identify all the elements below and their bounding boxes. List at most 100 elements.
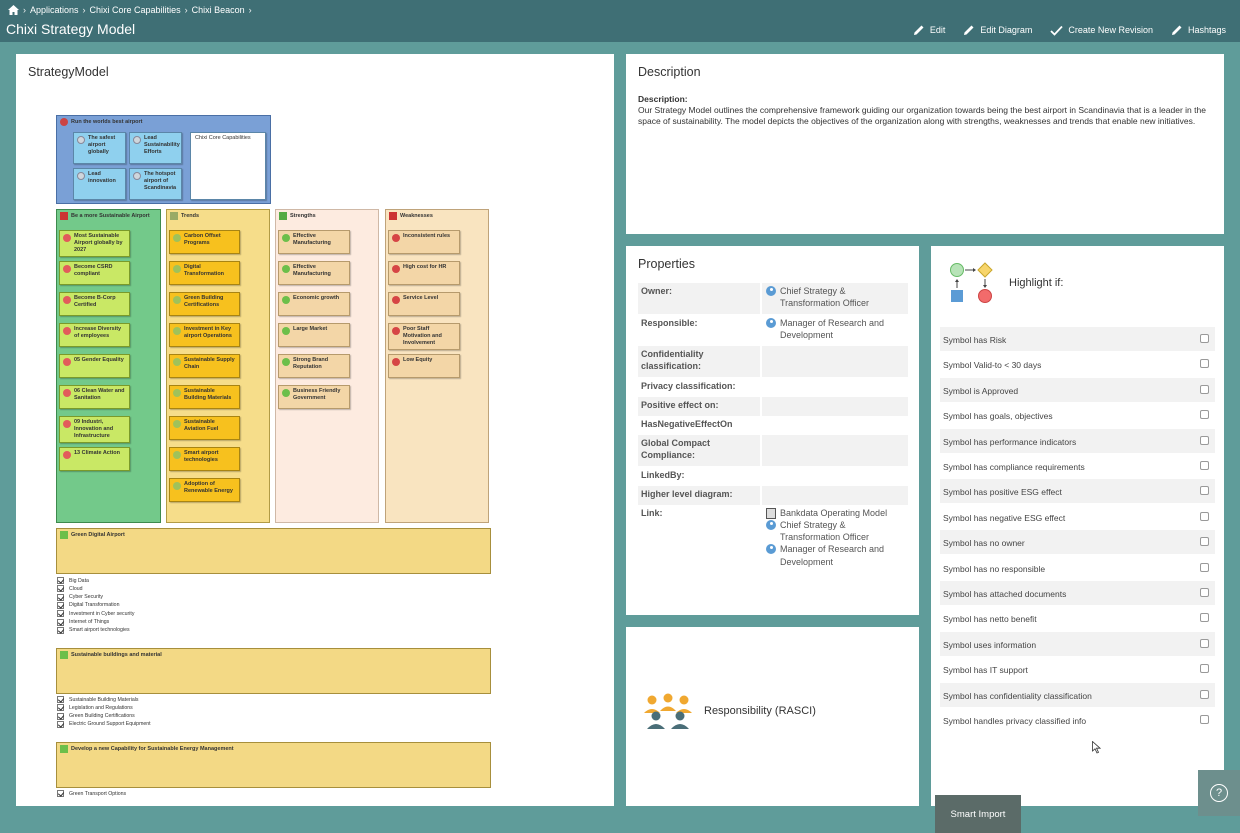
breadcrumb-beacon[interactable]: Chixi Beacon <box>192 5 245 15</box>
core-capabilities-box[interactable]: Chixi Core Capabilities <box>190 132 266 200</box>
column-item[interactable]: Inconsistent rules <box>388 230 460 254</box>
property-value-item[interactable]: Manager of Research and Development <box>766 543 904 567</box>
column-item[interactable]: Become CSRD compliant <box>59 261 130 285</box>
edit-diagram-button[interactable]: Edit Diagram <box>963 24 1032 36</box>
column-item[interactable]: Poor Staff Motivation and Involvement <box>388 323 460 350</box>
section-list-item[interactable]: Internet of Things <box>57 618 109 626</box>
highlight-checkbox[interactable] <box>1200 664 1209 674</box>
highlight-option[interactable]: Symbol has positive ESG effect <box>940 479 1215 504</box>
highlight-option[interactable]: Symbol has IT support <box>940 657 1215 681</box>
column-item[interactable]: Carbon Offset Programs <box>169 230 240 254</box>
highlight-option[interactable]: Symbol has netto benefit <box>940 606 1215 630</box>
column-item[interactable]: Green Building Certifications <box>169 292 240 316</box>
column-item[interactable]: Digital Transformation <box>169 261 240 285</box>
property-value-item[interactable]: Chief Strategy & Transformation Officer <box>766 519 904 543</box>
highlight-checkbox[interactable] <box>1200 562 1209 572</box>
help-button[interactable]: ? <box>1198 770 1240 816</box>
column-group[interactable]: Be a more Sustainable Airport Most Sustai… <box>56 209 161 523</box>
column-item[interactable]: Effective Manufacturing <box>278 261 350 285</box>
column-item[interactable]: Sustainable Building Materials <box>169 385 240 409</box>
property-value-item[interactable]: Manager of Research and Development <box>766 317 904 341</box>
column-item[interactable]: Business Friendly Government <box>278 385 350 409</box>
section-list-item[interactable]: Smart airport technologies <box>57 626 130 634</box>
column-item[interactable]: 05 Gender Equality <box>59 354 130 378</box>
highlight-option[interactable]: Symbol has no responsible <box>940 556 1215 580</box>
column-group[interactable]: Trends Carbon Offset Programs Digital Tran… <box>166 209 270 523</box>
column-item[interactable]: High cost for HR <box>388 261 460 285</box>
column-item[interactable]: Most Sustainable Airport globally by 202… <box>59 230 130 257</box>
section-list-item[interactable]: Green Building Certifications <box>57 712 135 720</box>
section-group[interactable]: Develop a new Capability for Sustainable… <box>56 742 491 788</box>
column-item[interactable]: Sustainable Supply Chain <box>169 354 240 378</box>
highlight-option[interactable]: Symbol has no owner <box>940 530 1215 555</box>
home-icon[interactable] <box>8 5 19 15</box>
highlight-checkbox[interactable] <box>1200 461 1209 470</box>
highlight-checkbox[interactable] <box>1200 537 1209 547</box>
smart-import-button[interactable]: Smart Import <box>935 795 1021 833</box>
column-item[interactable]: Large Market <box>278 323 350 347</box>
breadcrumb-applications[interactable]: Applications <box>30 5 79 15</box>
section-list-item[interactable]: Digital Transformation <box>57 601 119 609</box>
column-item[interactable]: Smart airport technologies <box>169 447 240 471</box>
section-list-item[interactable]: Legislation and Regulations <box>57 704 133 712</box>
column-item[interactable]: Service Level <box>388 292 460 316</box>
goal-item[interactable]: Lead Sustainability Efforts <box>129 132 182 164</box>
column-item[interactable]: 13 Climate Action <box>59 447 130 471</box>
column-item[interactable]: Effective Manufacturing <box>278 230 350 254</box>
highlight-option[interactable]: Symbol has performance indicators <box>940 428 1215 453</box>
highlight-checkbox[interactable] <box>1200 435 1209 445</box>
highlight-option[interactable]: Symbol has Risk <box>940 327 1215 351</box>
highlight-option[interactable]: Symbol has confidentiality classificatio… <box>940 682 1215 707</box>
highlight-checkbox[interactable] <box>1200 715 1209 724</box>
highlight-checkbox[interactable] <box>1200 334 1209 343</box>
rasci-panel[interactable]: Responsibility (RASCI) <box>626 627 919 806</box>
highlight-checkbox[interactable] <box>1200 486 1209 496</box>
column-group[interactable]: Strengths Effective Manufacturing Effectiv… <box>275 209 379 523</box>
highlight-option[interactable]: Symbol is Approved <box>940 377 1215 402</box>
highlight-option[interactable]: Symbol has compliance requirements <box>940 454 1215 478</box>
highlight-checkbox[interactable] <box>1200 613 1209 623</box>
property-value-item[interactable]: Chief Strategy & Transformation Officer <box>766 285 904 309</box>
section-group[interactable]: Sustainable buildings and material <box>56 648 491 694</box>
section-list-item[interactable]: Cloud <box>57 585 83 593</box>
highlight-checkbox[interactable] <box>1200 410 1209 420</box>
highlight-checkbox[interactable] <box>1200 511 1209 521</box>
edit-button[interactable]: Edit <box>913 24 945 36</box>
column-item[interactable]: Low Equity <box>388 354 460 378</box>
highlight-checkbox[interactable] <box>1200 588 1209 597</box>
column-item[interactable]: Investment in Key airport Operations <box>169 323 240 347</box>
goal-item[interactable]: The hotspot airport of Scandinavia <box>129 168 182 200</box>
section-list-item[interactable]: Big Data <box>57 577 89 584</box>
column-item[interactable]: 06 Clean Water and Sanitation <box>59 385 130 409</box>
column-item[interactable]: Become B-Corp Certified <box>59 292 130 316</box>
strategy-diagram[interactable]: Run the worlds best airport The safest ai… <box>16 54 614 806</box>
highlight-option[interactable]: Symbol handles privacy classified info <box>940 708 1215 732</box>
highlight-checkbox[interactable] <box>1200 689 1209 699</box>
column-item[interactable]: Sustainable Aviation Fuel <box>169 416 240 440</box>
highlight-checkbox[interactable] <box>1200 359 1209 369</box>
column-group[interactable]: Weaknesses Inconsistent rules High cost fo… <box>385 209 489 523</box>
section-list-item[interactable]: Sustainable Building Materials <box>57 696 139 703</box>
column-item[interactable]: Strong Brand Reputation <box>278 354 350 378</box>
highlight-option[interactable]: Symbol Valid-to < 30 days <box>940 352 1215 376</box>
section-list-item[interactable]: Green Transport Options <box>57 790 126 797</box>
breadcrumb-core-capabilities[interactable]: Chixi Core Capabilities <box>90 5 181 15</box>
hashtags-button[interactable]: Hashtags <box>1171 24 1226 36</box>
column-item[interactable]: Adoption of Renewable Energy <box>169 478 240 502</box>
section-list-item[interactable]: Electric Ground Support Equipment <box>57 720 151 728</box>
highlight-option[interactable]: Symbol has negative ESG effect <box>940 505 1215 529</box>
create-new-revision-button[interactable]: Create New Revision <box>1050 24 1153 36</box>
section-group[interactable]: Green Digital Airport <box>56 528 491 574</box>
goal-item[interactable]: The safest airport globally <box>73 132 126 164</box>
section-list-item[interactable]: Investment in Cyber security <box>57 610 134 618</box>
property-value-item[interactable]: Bankdata Operating Model <box>766 507 904 519</box>
column-item[interactable]: Increase Diversity of employees <box>59 323 130 347</box>
highlight-option[interactable]: Symbol has goals, objectives <box>940 403 1215 427</box>
section-list-item[interactable]: Cyber Security <box>57 593 103 601</box>
highlight-option[interactable]: Symbol has attached documents <box>940 581 1215 605</box>
goal-group[interactable]: Run the worlds best airport The safest ai… <box>56 115 271 204</box>
goal-item[interactable]: Lead innovation <box>73 168 126 200</box>
column-item[interactable]: Economic growth <box>278 292 350 316</box>
highlight-checkbox[interactable] <box>1200 638 1209 648</box>
highlight-checkbox[interactable] <box>1200 384 1209 394</box>
